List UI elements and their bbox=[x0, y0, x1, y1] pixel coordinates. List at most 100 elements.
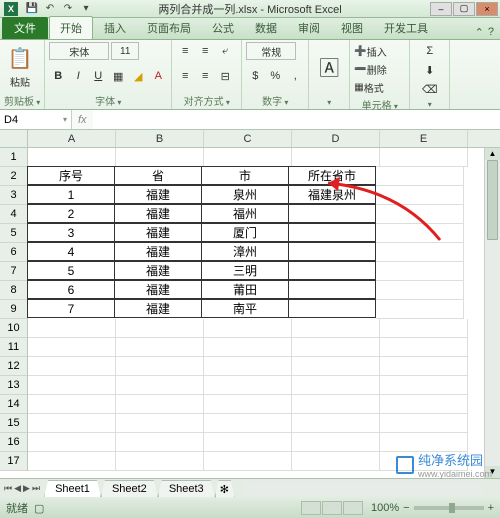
tab-view[interactable]: 视图 bbox=[331, 17, 373, 39]
tab-formula[interactable]: 公式 bbox=[202, 17, 244, 39]
cell[interactable] bbox=[204, 148, 292, 167]
cell[interactable] bbox=[28, 338, 116, 357]
row-header[interactable]: 5 bbox=[0, 224, 27, 243]
tab-developer[interactable]: 开发工具 bbox=[374, 17, 438, 39]
cell[interactable] bbox=[116, 148, 204, 167]
page-break-view-button[interactable] bbox=[343, 501, 363, 515]
row-header[interactable]: 8 bbox=[0, 281, 27, 300]
insert-cells-button[interactable]: ➕ 插入 bbox=[354, 42, 386, 60]
cell[interactable] bbox=[380, 338, 468, 357]
cell[interactable] bbox=[288, 204, 376, 223]
cell[interactable]: 6 bbox=[27, 280, 115, 299]
cells-area[interactable]: 序号省市所在省市1福建泉州福建泉州2福建福州3福建厦门4福建漳州5福建三明6福建… bbox=[28, 148, 500, 478]
cell[interactable]: 3 bbox=[27, 223, 115, 242]
cell[interactable]: 市 bbox=[201, 166, 289, 185]
fill-color-button[interactable]: ◢ bbox=[129, 67, 147, 85]
comma-button[interactable]: , bbox=[286, 67, 304, 85]
cell[interactable] bbox=[28, 452, 116, 471]
cell[interactable] bbox=[28, 395, 116, 414]
cell[interactable] bbox=[288, 242, 376, 261]
cell[interactable] bbox=[28, 433, 116, 452]
cell[interactable]: 莆田 bbox=[201, 280, 289, 299]
align-top-button[interactable]: ≡ bbox=[176, 42, 194, 60]
cell[interactable] bbox=[28, 376, 116, 395]
vertical-scrollbar[interactable]: ▲ ▼ bbox=[484, 148, 500, 478]
cell[interactable]: 厦门 bbox=[201, 223, 289, 242]
row-header[interactable]: 14 bbox=[0, 395, 27, 414]
select-all-corner[interactable] bbox=[0, 130, 28, 148]
tab-data[interactable]: 数据 bbox=[245, 17, 287, 39]
border-button[interactable]: ▦ bbox=[109, 67, 127, 85]
format-cells-button[interactable]: ▦ 格式 bbox=[354, 78, 383, 96]
sheet-prev-icon[interactable]: ◀ bbox=[14, 483, 21, 494]
cell[interactable] bbox=[376, 300, 464, 319]
cell[interactable]: 福建 bbox=[114, 299, 202, 318]
row-header[interactable]: 16 bbox=[0, 433, 27, 452]
cell[interactable]: 福建 bbox=[114, 204, 202, 223]
zoom-slider[interactable] bbox=[414, 506, 484, 510]
cell[interactable] bbox=[28, 148, 116, 167]
cell[interactable] bbox=[288, 223, 376, 242]
cell[interactable]: 福建 bbox=[114, 185, 202, 204]
cell[interactable] bbox=[380, 357, 468, 376]
cell[interactable] bbox=[28, 357, 116, 376]
row-header[interactable]: 17 bbox=[0, 452, 27, 471]
font-family-select[interactable]: 宋体 bbox=[49, 42, 109, 60]
minimize-ribbon-icon[interactable]: ⌃ bbox=[475, 26, 484, 39]
cell[interactable]: 5 bbox=[27, 261, 115, 280]
cell[interactable] bbox=[288, 280, 376, 299]
paste-button[interactable]: 📋 粘贴 bbox=[4, 42, 36, 90]
cell[interactable] bbox=[292, 452, 380, 471]
italic-button[interactable]: I bbox=[69, 67, 87, 85]
cell[interactable] bbox=[204, 433, 292, 452]
cell[interactable] bbox=[292, 319, 380, 338]
scroll-up-icon[interactable]: ▲ bbox=[485, 148, 500, 160]
col-header-b[interactable]: B bbox=[116, 130, 204, 147]
cell[interactable] bbox=[380, 395, 468, 414]
sheet-tab-2[interactable]: Sheet2 bbox=[101, 480, 158, 497]
cell[interactable] bbox=[204, 414, 292, 433]
macro-record-icon[interactable]: ▢ bbox=[34, 502, 44, 515]
minimize-button[interactable]: – bbox=[430, 2, 452, 16]
row-header[interactable]: 4 bbox=[0, 205, 27, 224]
cell[interactable]: 福州 bbox=[201, 204, 289, 223]
cell[interactable]: 4 bbox=[27, 242, 115, 261]
cell[interactable]: 1 bbox=[27, 185, 115, 204]
cell[interactable] bbox=[292, 395, 380, 414]
cell[interactable] bbox=[116, 395, 204, 414]
col-header-d[interactable]: D bbox=[292, 130, 380, 147]
cell[interactable]: 省 bbox=[114, 166, 202, 185]
cell[interactable] bbox=[204, 338, 292, 357]
col-header-c[interactable]: C bbox=[204, 130, 292, 147]
row-header[interactable]: 7 bbox=[0, 262, 27, 281]
cell[interactable] bbox=[116, 319, 204, 338]
percent-button[interactable]: % bbox=[266, 67, 284, 85]
cell[interactable] bbox=[376, 224, 464, 243]
cell[interactable]: 序号 bbox=[27, 166, 115, 185]
row-header[interactable]: 3 bbox=[0, 186, 27, 205]
scroll-thumb[interactable] bbox=[487, 160, 498, 240]
cell[interactable]: 南平 bbox=[201, 299, 289, 318]
align-left-button[interactable]: ≡ bbox=[176, 67, 194, 85]
cell[interactable]: 福建 bbox=[114, 280, 202, 299]
cell[interactable] bbox=[380, 376, 468, 395]
horizontal-scrollbar[interactable] bbox=[243, 482, 482, 496]
row-header[interactable]: 1 bbox=[0, 148, 27, 167]
row-header[interactable]: 9 bbox=[0, 300, 27, 319]
cell[interactable] bbox=[116, 433, 204, 452]
row-header[interactable]: 10 bbox=[0, 319, 27, 338]
cell[interactable] bbox=[116, 452, 204, 471]
help-icon[interactable]: ? bbox=[488, 26, 494, 39]
cell[interactable] bbox=[116, 338, 204, 357]
cell[interactable]: 2 bbox=[27, 204, 115, 223]
align-middle-button[interactable]: ≡ bbox=[196, 42, 214, 60]
cell[interactable] bbox=[204, 319, 292, 338]
cell[interactable] bbox=[204, 452, 292, 471]
cell[interactable]: 福建泉州 bbox=[288, 185, 376, 204]
cell[interactable]: 7 bbox=[27, 299, 115, 318]
cell[interactable] bbox=[28, 414, 116, 433]
maximize-button[interactable]: ▢ bbox=[453, 2, 475, 16]
cell[interactable] bbox=[292, 338, 380, 357]
cell[interactable] bbox=[116, 357, 204, 376]
autosum-button[interactable]: Σ bbox=[421, 42, 439, 60]
